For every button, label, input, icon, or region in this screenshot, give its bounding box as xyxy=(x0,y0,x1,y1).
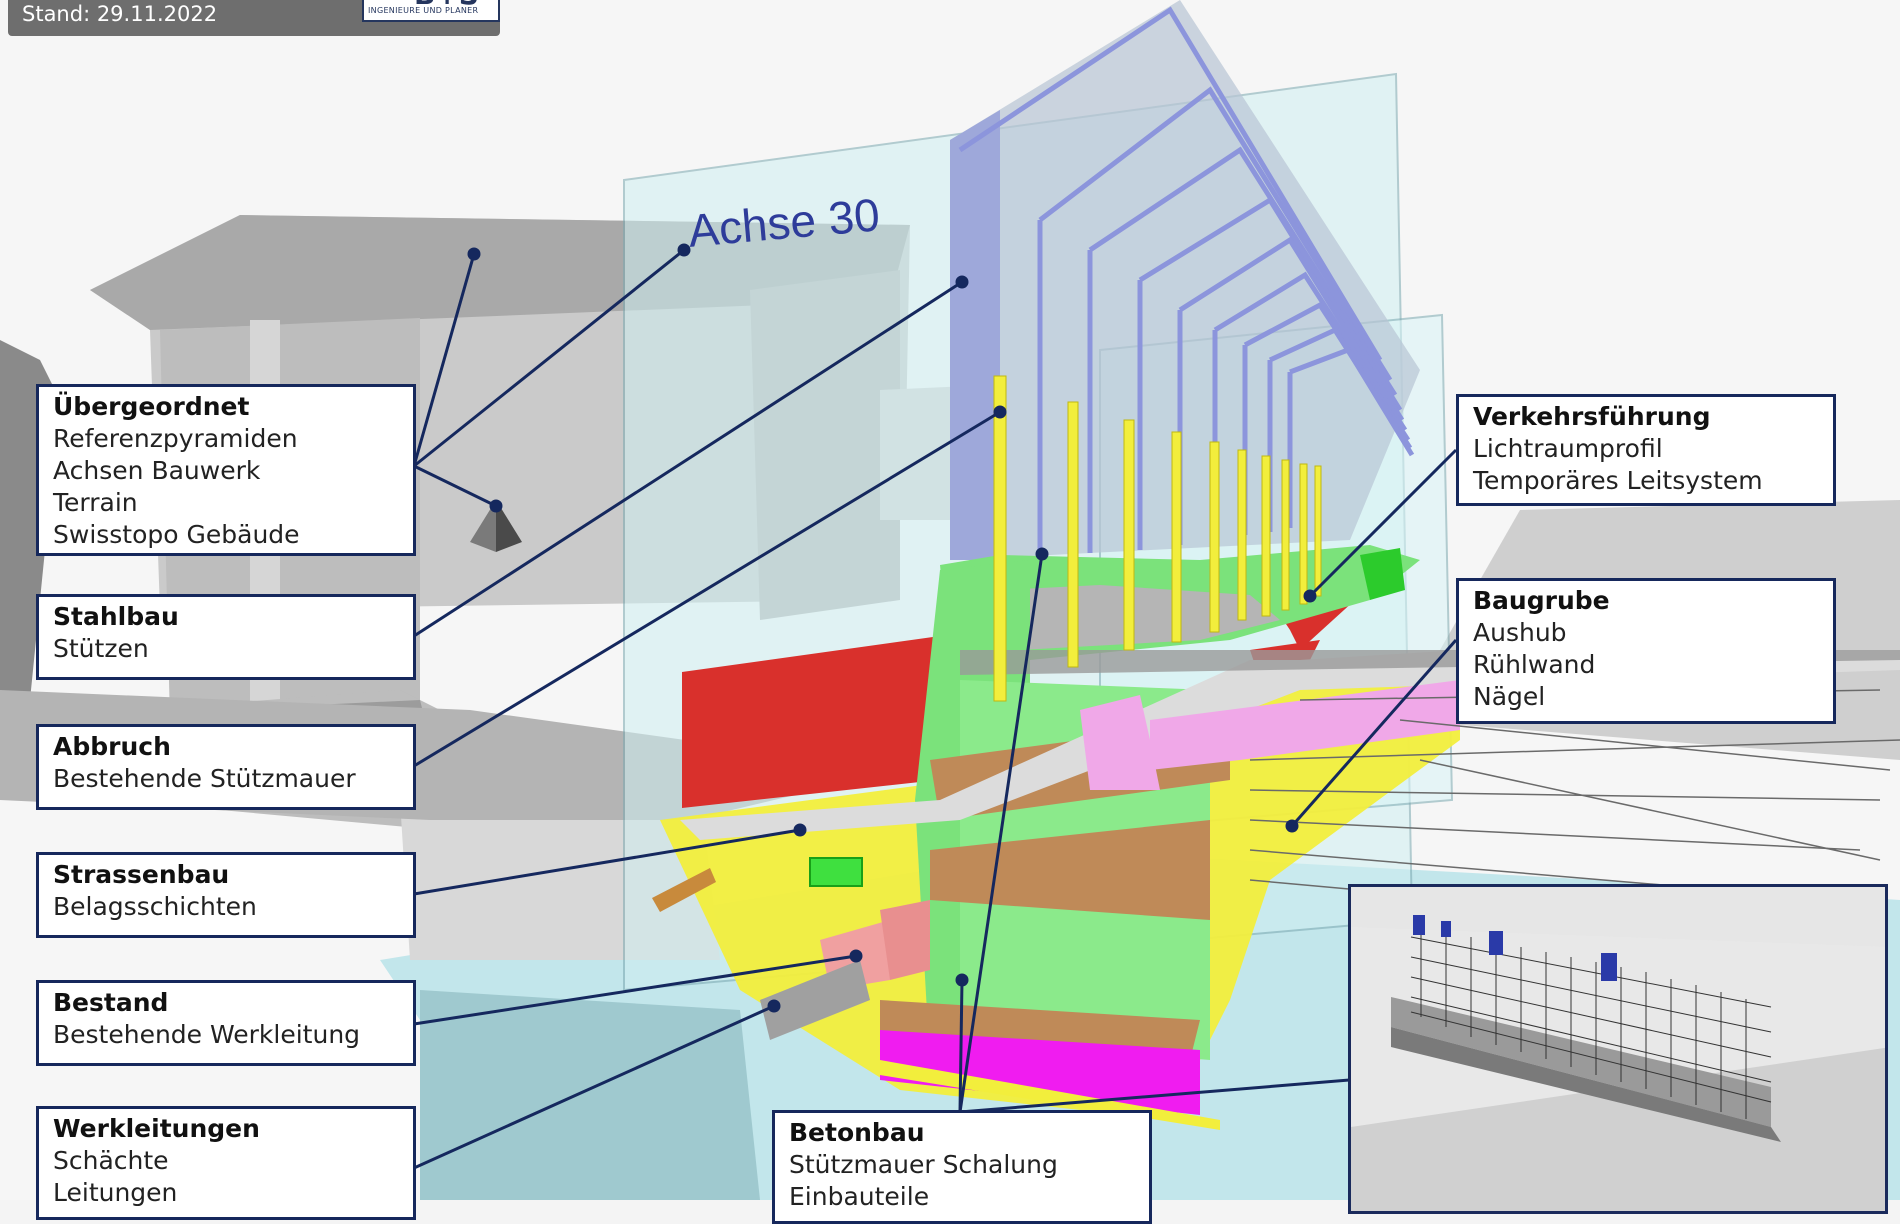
callout-item: Referenzpyramiden xyxy=(53,424,298,453)
reinforcement-cage-view xyxy=(1351,915,1885,1211)
callout-abbruch: Abbruch Bestehende Stützmauer xyxy=(36,724,416,810)
callout-item: Leitungen xyxy=(53,1178,178,1207)
callout-item: Aushub xyxy=(1473,618,1567,647)
callout-item: Stützen xyxy=(53,634,149,663)
callout-item: Terrain xyxy=(53,488,138,517)
callout-item: Swisstopo Gebäude xyxy=(53,520,300,549)
callout-item: Temporäres Leitsystem xyxy=(1473,466,1763,495)
callout-title: Betonbau xyxy=(789,1118,925,1147)
callout-title: Baugrube xyxy=(1473,586,1610,615)
callout-title: Bestand xyxy=(53,988,169,1017)
callout-item: Lichtraumprofil xyxy=(1473,434,1663,463)
callout-item: Stützmauer Schalung xyxy=(789,1150,1058,1179)
callout-baugrube: Baugrube Aushub Rühlwand Nägel xyxy=(1456,578,1836,724)
logo-text: INGENIEURE UND PLANER xyxy=(368,6,479,15)
callout-werkleitungen: Werkleitungen Schächte Leitungen xyxy=(36,1106,416,1220)
callout-strassenbau: Strassenbau Belagsschichten xyxy=(36,852,416,938)
callout-item: Rühlwand xyxy=(1473,650,1596,679)
callout-item: Nägel xyxy=(1473,682,1546,711)
callout-item: Schächte xyxy=(53,1146,169,1175)
callout-title: Stahlbau xyxy=(53,602,179,631)
callout-title: Verkehrsführung xyxy=(1473,402,1711,431)
callout-uebergeordnet: Übergeordnet Referenzpyramiden Achsen Ba… xyxy=(36,384,416,556)
callout-title: Strassenbau xyxy=(53,860,230,889)
callout-bestand: Bestand Bestehende Werkleitung xyxy=(36,980,416,1066)
date-label: Stand: 29.11.2022 xyxy=(22,2,218,26)
callout-title: Übergeordnet xyxy=(53,392,250,421)
callout-title: Werkleitungen xyxy=(53,1114,260,1143)
callout-betonbau: Betonbau Stützmauer Schalung Einbauteile xyxy=(772,1110,1152,1224)
company-logo: B+S INGENIEURE UND PLANER xyxy=(362,0,500,22)
callout-title: Abbruch xyxy=(53,732,171,761)
callout-stahlbau: Stahlbau Stützen xyxy=(36,594,416,680)
callout-item: Bestehende Werkleitung xyxy=(53,1020,361,1049)
callout-item: Belagsschichten xyxy=(53,892,257,921)
callout-item: Einbauteile xyxy=(789,1182,930,1211)
callout-verkehrsfuehrung: Verkehrsführung Lichtraumprofil Temporär… xyxy=(1456,394,1836,506)
callout-item: Achsen Bauwerk xyxy=(53,456,261,485)
callout-item: Bestehende Stützmauer xyxy=(53,764,356,793)
header-bar: Stand: 29.11.2022 B+S INGENIEURE UND PLA… xyxy=(8,0,500,36)
reinforcement-detail-inset xyxy=(1348,884,1888,1214)
